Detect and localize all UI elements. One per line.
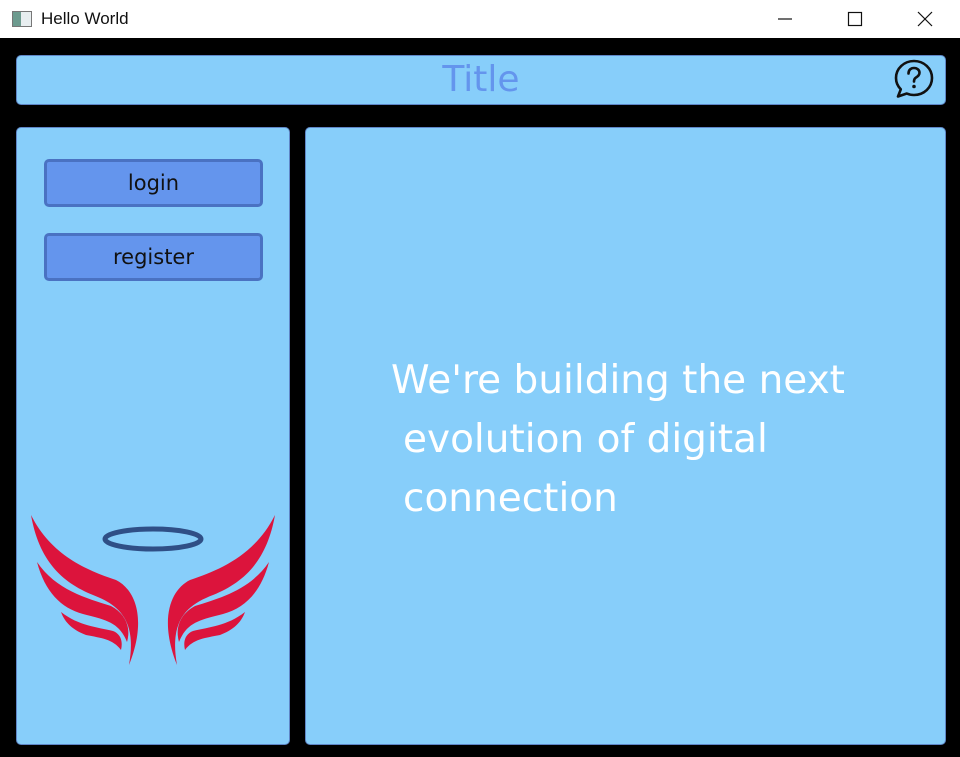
tagline-line: connection bbox=[403, 476, 618, 521]
left-wing bbox=[31, 515, 139, 665]
minimize-button[interactable] bbox=[750, 0, 820, 38]
sidebar: login register bbox=[16, 127, 290, 745]
tagline-line: evolution of digital bbox=[403, 417, 768, 462]
tagline: We're building the next evolution of dig… bbox=[391, 351, 911, 528]
close-icon bbox=[917, 11, 933, 27]
winged-halo-logo bbox=[31, 515, 275, 665]
right-wing bbox=[167, 515, 275, 665]
window-titlebar[interactable]: Hello World bbox=[0, 0, 960, 38]
help-chat-icon bbox=[894, 59, 934, 98]
window-title: Hello World bbox=[41, 9, 129, 28]
register-button[interactable]: register bbox=[44, 233, 263, 281]
help-button[interactable] bbox=[893, 58, 935, 100]
maximize-icon bbox=[847, 11, 863, 27]
close-button[interactable] bbox=[890, 0, 960, 38]
tagline-line: We're building the next bbox=[391, 358, 845, 403]
minimize-icon bbox=[778, 18, 792, 20]
login-button[interactable]: login bbox=[44, 159, 263, 207]
header-bar: Title bbox=[16, 55, 946, 105]
maximize-button[interactable] bbox=[820, 0, 890, 38]
page-title: Title bbox=[442, 59, 520, 100]
app-icon bbox=[12, 11, 32, 27]
window-controls bbox=[750, 0, 960, 38]
halo-ring bbox=[102, 526, 204, 552]
main-content-panel: We're building the next evolution of dig… bbox=[305, 127, 946, 745]
app-window: Hello World Title login register We're b… bbox=[0, 0, 960, 757]
